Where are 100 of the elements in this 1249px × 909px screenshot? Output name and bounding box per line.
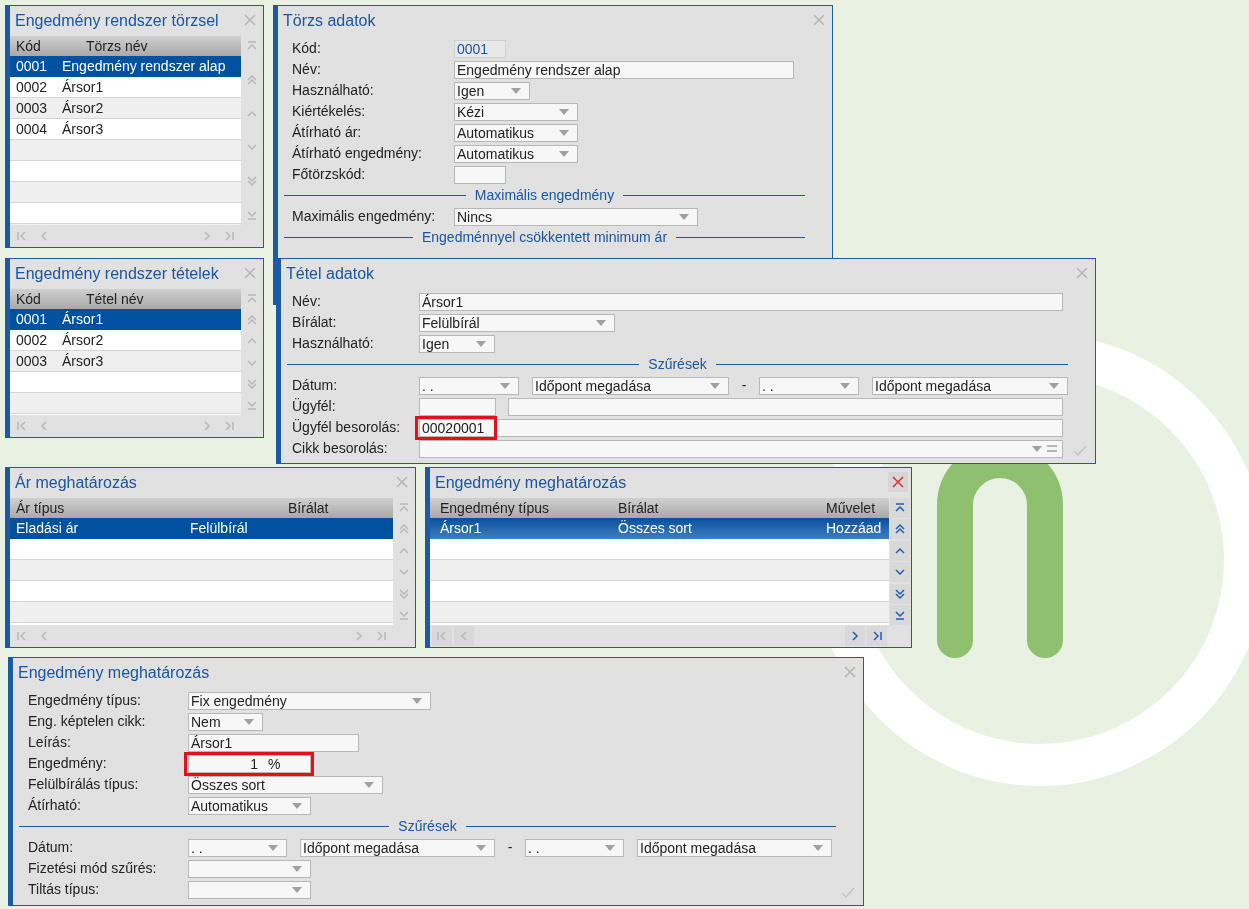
- next-page-button[interactable]: [845, 626, 865, 646]
- page-up-icon: [246, 73, 258, 86]
- previous-page-icon: [458, 630, 470, 642]
- table-cell-text: 0004: [15, 120, 49, 139]
- text-field[interactable]: 00020001: [419, 418, 1063, 437]
- dropdown-arrow-icon: [292, 802, 302, 809]
- text-field[interactable]: [454, 165, 506, 184]
- dropdown-arrow-icon: [511, 87, 521, 94]
- field-label: Ügyfél besorolás:: [292, 418, 402, 437]
- table-cell-text: Hozzáad: [825, 519, 883, 538]
- scroll-bottom-button[interactable]: [890, 604, 910, 625]
- table-row[interactable]: 0003 Ársor3: [10, 351, 241, 372]
- dropdown[interactable]: Fix engedmény: [188, 691, 431, 710]
- previous-page-icon: [38, 630, 50, 642]
- last-page-button[interactable]: [867, 626, 887, 646]
- previous-page-button[interactable]: [454, 626, 474, 646]
- scroll-top-icon: [246, 40, 258, 52]
- dropdown[interactable]: Igen: [454, 81, 530, 100]
- first-page-icon: [436, 630, 448, 642]
- dropdown[interactable]: Időpont megadása: [300, 838, 495, 857]
- dropdown-arrow-icon: [710, 382, 720, 389]
- page-up-icon: [398, 523, 410, 536]
- previous-page-icon: [38, 230, 50, 242]
- scroll-up-button[interactable]: [890, 540, 910, 561]
- dropdown[interactable]: [188, 880, 311, 899]
- scroll-top-icon: [246, 293, 258, 305]
- first-page-button[interactable]: [432, 626, 452, 646]
- table-cell-text: Ársor1: [61, 78, 105, 97]
- scroll-bottom-icon: [246, 398, 258, 411]
- dropdown[interactable]: . .: [759, 376, 859, 395]
- checkmark-icon[interactable]: [1073, 444, 1087, 457]
- field-label: Engedmény típus:: [28, 691, 142, 710]
- dropdown[interactable]: Nincs: [454, 207, 698, 226]
- table-row[interactable]: 0002 Ársor2: [10, 330, 241, 351]
- close-button[interactable]: [888, 472, 908, 492]
- text-field[interactable]: [508, 397, 1063, 416]
- field-label: Tiltás típus:: [28, 880, 101, 899]
- dropdown[interactable]: Kézi: [454, 102, 578, 121]
- dropdown-arrow-icon: [1049, 382, 1059, 389]
- close-icon: [244, 14, 256, 26]
- field-label: Kód:: [292, 39, 322, 58]
- text-field[interactable]: 0001: [454, 39, 506, 58]
- table-cell-text: Ársor1: [61, 310, 105, 329]
- dropdown[interactable]: Időpont megadása: [637, 838, 832, 857]
- unit-label: %: [268, 754, 281, 773]
- page-up-button[interactable]: [890, 519, 910, 540]
- table-row[interactable]: 0002 Ársor1: [10, 77, 241, 98]
- dropdown[interactable]: Igen: [419, 334, 495, 353]
- table-row[interactable]: 0003 Ársor2: [10, 98, 241, 119]
- table-row[interactable]: 0001 Ársor1: [10, 309, 241, 330]
- dropdown[interactable]: Időpont megadása: [532, 376, 729, 395]
- table-row[interactable]: 0001 Engedmény rendszer alap: [10, 56, 241, 77]
- dropdown-arrow-icon: [292, 886, 302, 893]
- field-label: Név:: [292, 60, 322, 79]
- dropdown[interactable]: [188, 859, 311, 878]
- field-label: Kiértékelés:: [292, 102, 367, 121]
- page-up-icon: [246, 314, 258, 327]
- text-field[interactable]: Ársor1: [419, 292, 1063, 311]
- scroll-down-button[interactable]: [890, 562, 910, 583]
- page-down-button[interactable]: [890, 583, 910, 604]
- dropdown-arrow-icon: [559, 129, 569, 136]
- table-cell-text: 0001: [15, 57, 49, 76]
- dropdown[interactable]: Automatikus: [454, 144, 578, 163]
- scroll-bottom-icon: [398, 608, 410, 621]
- dropdown-arrow-icon: [412, 697, 422, 704]
- field-label: Név:: [292, 292, 322, 311]
- dropdown[interactable]: Automatikus: [188, 796, 311, 815]
- scroll-top-button[interactable]: [890, 498, 910, 518]
- close-icon: [396, 476, 408, 488]
- table-cell-text: Eladási ár: [15, 519, 80, 538]
- column-header: Kód: [15, 289, 42, 309]
- text-field[interactable]: Engedmény rendszer alap: [454, 60, 794, 79]
- window-title: Engedmény rendszer tételek: [14, 264, 220, 284]
- checkmark-icon[interactable]: [841, 886, 855, 899]
- dropdown[interactable]: Összes sort: [188, 775, 383, 794]
- window-title: Engedmény meghatározás: [434, 473, 628, 493]
- dropdown-arrow-icon: [292, 865, 302, 872]
- table-row[interactable]: Ársor1 Összes sort Hozzáad: [430, 518, 889, 539]
- scroll-bottom-icon: [894, 608, 906, 621]
- section-title: Szűrések: [397, 817, 458, 836]
- dropdown[interactable]: . .: [419, 376, 519, 395]
- column-header: Tétel név: [85, 289, 145, 309]
- dropdown-arrow-icon: [1032, 445, 1042, 452]
- section-title: Szűrések: [647, 355, 708, 374]
- scroll-bottom-icon: [246, 209, 258, 221]
- dropdown[interactable]: Felülbírál: [419, 313, 615, 332]
- dropdown[interactable]: . .: [188, 838, 287, 857]
- table-cell-text: 0002: [15, 78, 49, 97]
- dropdown[interactable]: Időpont megadása: [872, 376, 1068, 395]
- text-field[interactable]: [419, 397, 496, 416]
- dropdown[interactable]: Nem: [188, 712, 263, 731]
- field-label: Dátum:: [28, 838, 75, 857]
- text-field[interactable]: Ársor1: [188, 733, 359, 752]
- lookup-field[interactable]: [419, 439, 1063, 458]
- dropdown[interactable]: Automatikus: [454, 123, 578, 142]
- scroll-top-icon: [894, 502, 906, 514]
- table-row[interactable]: 0004 Ársor3: [10, 119, 241, 140]
- table-row[interactable]: Eladási ár Felülbírál: [10, 518, 393, 539]
- dropdown[interactable]: . .: [525, 838, 624, 857]
- close-icon: [844, 666, 856, 678]
